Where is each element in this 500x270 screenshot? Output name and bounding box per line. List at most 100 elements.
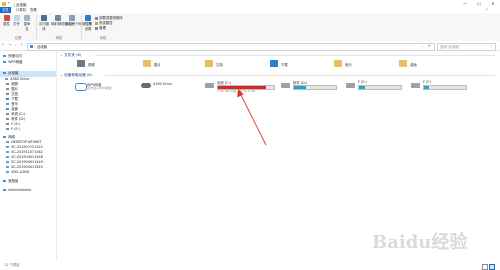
drive-icon (411, 83, 420, 88)
map-network-drive-button[interactable]: 映射网络驱动器 (51, 15, 75, 26)
folder-icon (143, 60, 151, 67)
drive-icon (281, 83, 290, 88)
drive-name: F (F:) (423, 80, 432, 84)
open-button[interactable]: 打开 (12, 15, 21, 26)
search-icon[interactable]: ⌕ (490, 44, 492, 48)
sidebar-item[interactable]: 快速访问 (0, 54, 56, 60)
chevron-down-icon[interactable]: ⌄ (421, 44, 424, 48)
address-bar: ← → ⌄ ↑ › 此电脑 ⌄ ⟳ 搜索"此电脑" ⌕ (0, 41, 500, 51)
drive-tile[interactable]: 系统 (C:) 7.00 GB 可用，共 50.0 GB (205, 79, 277, 97)
folder-tile[interactable]: 视频 (75, 58, 145, 70)
section-divider (105, 75, 495, 76)
folder-label: 下载 (281, 63, 288, 67)
sidebar-item-label: F (F:) (11, 127, 20, 131)
cloud-icon (3, 60, 7, 64)
ribbon-divider (81, 15, 82, 39)
section-divider (95, 55, 495, 56)
sidebar-item-label: SC-201911071042 (11, 150, 43, 154)
sidebar-item[interactable]: ZHU-LONG (0, 170, 56, 176)
minimize-button[interactable]: — (458, 0, 472, 7)
drive-tile[interactable]: F (F:) (411, 79, 483, 97)
sidebar-item[interactable]: 家庭组 (0, 179, 56, 185)
drive-tile[interactable]: WPS网盘 双击进入WPS网盘 (75, 79, 147, 97)
pc-icon (6, 150, 10, 154)
video-icon (6, 82, 10, 86)
manage-icon (95, 26, 98, 30)
details-view-icon[interactable] (482, 263, 488, 270)
drive-name: F (E:) (358, 80, 367, 84)
manage-button[interactable]: 管理 (95, 25, 106, 30)
window-title: | 此电脑 (14, 2, 27, 7)
drive-icon (6, 122, 10, 126)
music-icon (6, 102, 10, 106)
sidebar-item[interactable]: F (F:) (0, 127, 56, 133)
ribbon-divider (36, 15, 37, 39)
folder-label: 桌面 (410, 63, 417, 67)
folder-label: 图片 (154, 63, 161, 67)
recent-dropdown-icon[interactable]: ⌄ (13, 43, 18, 48)
user-icon (3, 188, 7, 192)
refresh-icon[interactable]: ⟳ (428, 44, 431, 48)
close-button[interactable]: ✕ (486, 0, 500, 7)
group-label-network: 网络 (55, 36, 63, 40)
drive-description: 7.00 GB 可用，共 50.0 GB (217, 89, 255, 93)
folder-tile[interactable]: 图片 (141, 58, 211, 70)
drive-tile[interactable]: A360 Drive (141, 79, 213, 97)
folder-icon (205, 60, 213, 67)
search-input[interactable]: 搜索"此电脑" ⌕ (437, 42, 496, 51)
section-header-devices[interactable]: ⌄ 设备和驱动器 (6) (60, 73, 92, 78)
sidebar-item-label: 文档 (11, 92, 18, 96)
sidebar-item-label: 视频 (11, 82, 18, 86)
drive-icon (205, 83, 214, 88)
address-field[interactable]: › 此电脑 ⌄ ⟳ (27, 42, 435, 51)
folder-tile[interactable]: 下载 (268, 58, 338, 70)
drive-icon (5, 77, 9, 81)
folder-label: 文档 (216, 63, 223, 67)
sidebar-item-label: ZHU-LONG (11, 170, 30, 174)
breadcrumb[interactable]: 此电脑 (37, 44, 47, 49)
drive-tile[interactable]: 软件 (D:) (281, 79, 353, 97)
star-icon (3, 54, 7, 58)
folder-tile[interactable]: 桌面 (397, 58, 467, 70)
sidebar-item[interactable]: Administrator (0, 188, 56, 194)
drive-usage-fill (424, 85, 430, 89)
up-icon[interactable]: ↑ (19, 43, 24, 48)
computer-icon (29, 45, 33, 48)
access-media-button[interactable]: 访问媒体 (38, 15, 50, 31)
forward-icon[interactable]: → (7, 43, 12, 48)
properties-button[interactable]: 属性 (2, 15, 11, 26)
rename-button[interactable]: 重命名 (22, 15, 32, 31)
drive-tile[interactable]: F (E:) (346, 79, 418, 97)
pc-icon (6, 155, 10, 159)
pc-icon (6, 145, 10, 149)
device-grid: WPS网盘 双击进入WPS网盘 A360 Drive 系统 (C:) 7.00 GB 可… (57, 79, 500, 101)
drive-icon (6, 117, 10, 121)
drive-icon (6, 112, 10, 116)
drive-name: A360 Drive (153, 82, 172, 86)
sidebar-item-label: F (E:) (11, 122, 21, 126)
back-icon[interactable]: ← (1, 43, 6, 48)
quick-access-toolbar[interactable]: ▾ (8, 1, 10, 5)
sidebar-item-label: 下载 (11, 97, 18, 101)
folder-tile[interactable]: 音乐 (332, 58, 402, 70)
sidebar-item-label: 家庭组 (8, 179, 19, 183)
status-bar: 12 个项目 (0, 261, 500, 270)
sidebar-item-label: 音乐 (11, 102, 18, 106)
sidebar-item-label: SC-201904011449 (11, 160, 43, 164)
sidebar-item-label: 系统 (C:) (11, 112, 26, 116)
folder-tile[interactable]: 文档 (203, 58, 273, 70)
navigation-pane[interactable]: 快速访问 WPS网盘 此电脑 A360 Drive 视频 图片 文档 下载 音乐 桌面 系统 (C:… (0, 51, 57, 261)
maximize-button[interactable]: ☐ (472, 0, 486, 7)
tiles-view-icon[interactable] (489, 263, 495, 270)
search-placeholder: 搜索"此电脑" (440, 45, 461, 50)
sidebar-item-label: DESKTOP-NF3HKT (11, 140, 42, 144)
sidebar-item[interactable]: WPS网盘 (0, 60, 56, 66)
drive-description: 双击进入WPS网盘 (87, 86, 112, 90)
sidebar-item[interactable]: 此电脑 (0, 71, 56, 77)
title-bar: ▾ | 此电脑 — ☐ ✕ (0, 0, 500, 7)
add-network-location-button[interactable]: 添加一个网络位置 (65, 15, 92, 26)
breadcrumb-separator: › (34, 44, 36, 49)
drive-usage-fill (359, 85, 366, 89)
folder-icon (334, 60, 342, 67)
open-settings-button[interactable]: 打开设置 (83, 15, 93, 31)
